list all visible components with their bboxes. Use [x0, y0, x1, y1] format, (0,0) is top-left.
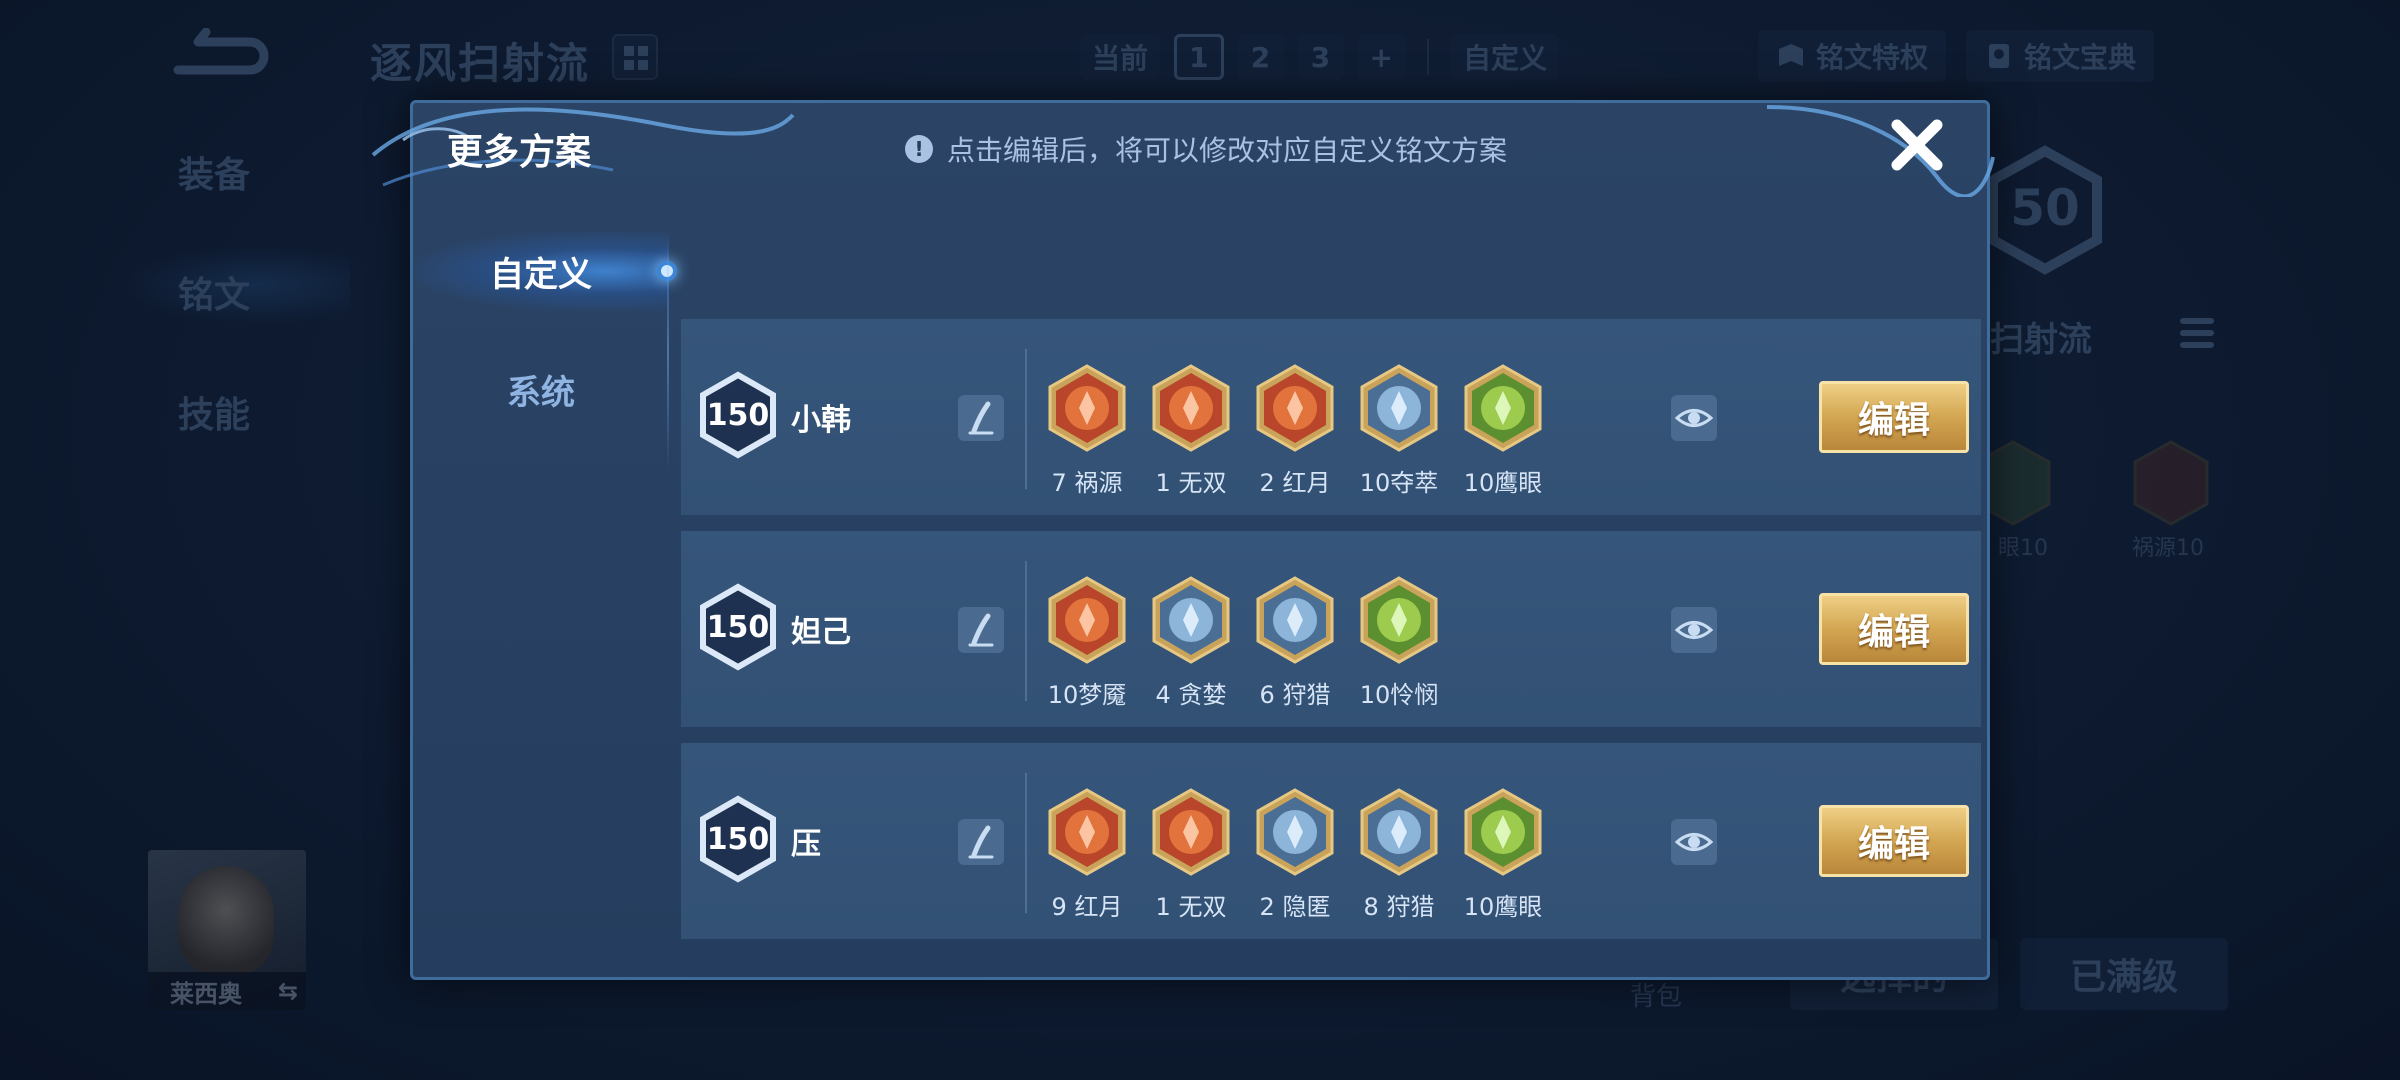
eye-icon [1674, 833, 1714, 851]
rune-label: 6 狩猎 [1259, 681, 1331, 709]
blue-rune-icon [1255, 787, 1335, 881]
rune-slot: 2 红月 [1255, 363, 1335, 498]
plan-name: 压 [791, 827, 821, 862]
rune-slot: 10鹰眼 [1463, 787, 1543, 922]
rename-button[interactable] [958, 395, 1004, 441]
preview-button[interactable] [1671, 395, 1717, 441]
level-badge-icon [700, 371, 776, 459]
blue-rune-icon [1359, 363, 1439, 457]
blue-rune-icon [1359, 787, 1439, 881]
rune-slot: 8 狩猎 [1359, 787, 1439, 922]
rune-slot: 1 无双 [1151, 363, 1231, 498]
red-rune-icon [1255, 363, 1335, 457]
red-rune-icon [1151, 363, 1231, 457]
edit-button[interactable]: 编辑 [1819, 805, 1969, 877]
rune-slot: 2 隐匿 [1255, 787, 1335, 922]
swirl-decoration [1766, 105, 1995, 197]
divider [667, 233, 669, 473]
pencil-icon [968, 825, 994, 859]
pencil-icon [968, 613, 994, 647]
pencil-icon [968, 401, 994, 435]
rune-label: 7 祸源 [1051, 469, 1123, 497]
divider [1025, 773, 1027, 913]
rune-slot: 7 祸源 [1047, 363, 1127, 498]
red-rune-icon [1047, 575, 1127, 669]
eye-icon [1674, 621, 1714, 639]
rune-label: 8 狩猎 [1363, 893, 1435, 921]
rune-label: 10夺萃 [1359, 469, 1439, 497]
hint-text: 点击编辑后，将可以修改对应自定义铭文方案 [947, 134, 1508, 167]
level-badge-icon [700, 795, 776, 883]
rune-slot: 10怜悯 [1359, 575, 1439, 710]
divider [1025, 561, 1027, 701]
rune-list: 10梦魇 4 贪婪 6 狩猎 10怜悯 [1047, 575, 1439, 710]
preview-button[interactable] [1671, 607, 1717, 653]
rune-list: 7 祸源 1 无双 2 红月 10夺萃 10鹰眼 [1047, 363, 1543, 498]
tab-custom[interactable]: 自定义 [413, 231, 677, 311]
tab-system-label: 系统 [507, 372, 575, 413]
rune-label: 10鹰眼 [1463, 469, 1543, 497]
rename-button[interactable] [958, 819, 1004, 865]
dialog-hint: ! 点击编辑后，将可以修改对应自定义铭文方案 [905, 129, 1507, 169]
rune-slot: 6 狩猎 [1255, 575, 1335, 710]
tab-custom-label: 自定义 [490, 254, 592, 295]
rename-button[interactable] [958, 607, 1004, 653]
red-rune-icon [1047, 787, 1127, 881]
level-badge-icon [700, 583, 776, 671]
rune-slot: 9 红月 [1047, 787, 1127, 922]
rune-label: 1 无双 [1155, 893, 1227, 921]
plan-row: 150 小韩 7 祸源 1 无双 2 红月 10夺萃 10鹰眼 编辑 [681, 319, 1981, 515]
rune-label: 4 贪婪 [1155, 681, 1227, 709]
blue-rune-icon [1255, 575, 1335, 669]
rune-slot: 4 贪婪 [1151, 575, 1231, 710]
red-rune-icon [1047, 363, 1127, 457]
tab-system[interactable]: 系统 [413, 349, 669, 429]
rune-label: 10怜悯 [1359, 681, 1439, 709]
plan-row: 150 妲己 10梦魇 4 贪婪 6 狩猎 10怜悯 编辑 [681, 531, 1981, 727]
edit-button[interactable]: 编辑 [1819, 381, 1969, 453]
rune-label: 9 红月 [1051, 893, 1123, 921]
green-rune-icon [1359, 575, 1439, 669]
rune-list: 9 红月 1 无双 2 隐匿 8 狩猎 10鹰眼 [1047, 787, 1543, 922]
plan-list: 150 小韩 7 祸源 1 无双 2 红月 10夺萃 10鹰眼 编辑 150 妲… [681, 319, 1981, 955]
rune-label: 2 红月 [1259, 469, 1331, 497]
close-icon[interactable] [1887, 115, 1947, 175]
rune-slot: 10鹰眼 [1463, 363, 1543, 498]
rune-slot: 10梦魇 [1047, 575, 1127, 710]
preview-button[interactable] [1671, 819, 1717, 865]
rune-label: 10鹰眼 [1463, 893, 1543, 921]
green-rune-icon [1463, 787, 1543, 881]
rune-slot: 1 无双 [1151, 787, 1231, 922]
red-rune-icon [1151, 787, 1231, 881]
rune-slot: 10夺萃 [1359, 363, 1439, 498]
plan-name: 妲己 [791, 615, 851, 650]
eye-icon [1674, 409, 1714, 427]
more-plans-dialog: 更多方案 ! 点击编辑后，将可以修改对应自定义铭文方案 自定义 系统 150 小… [371, 100, 1995, 983]
plan-row: 150 压 9 红月 1 无双 2 隐匿 8 狩猎 10鹰眼 编辑 [681, 743, 1981, 939]
blue-rune-icon [1151, 575, 1231, 669]
divider [1025, 349, 1027, 489]
green-rune-icon [1463, 363, 1543, 457]
rune-label: 1 无双 [1155, 469, 1227, 497]
rune-label: 2 隐匿 [1259, 893, 1331, 921]
dialog-title: 更多方案 [447, 132, 592, 173]
rune-label: 10梦魇 [1047, 681, 1127, 709]
info-icon: ! [905, 135, 933, 163]
edit-button[interactable]: 编辑 [1819, 593, 1969, 665]
plan-category-tabs: 自定义 系统 [413, 223, 677, 983]
plan-name: 小韩 [791, 403, 851, 438]
